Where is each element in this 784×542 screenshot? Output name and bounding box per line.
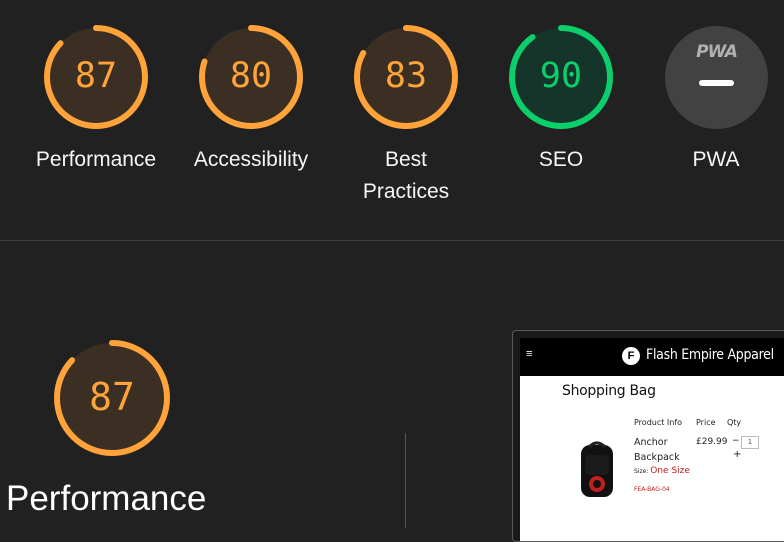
size-label: Size: [634,468,649,475]
best-practices-score: 83 [384,56,428,96]
performance-section-gauge: 87 [53,339,171,457]
performance-label[interactable]: Performance [21,144,171,176]
qty-plus-button[interactable]: + [733,449,741,460]
metric-divider [405,433,406,528]
pwa-dash-icon [699,80,734,86]
accessibility-gauge[interactable]: 80 [198,24,304,130]
final-screenshot[interactable]: ≡ F Flash Empire Apparel Shopping Bag Pr… [512,330,784,542]
screenshot-page: ≡ F Flash Empire Apparel Shopping Bag Pr… [520,338,784,541]
col-qty: Qty [727,418,742,427]
performance-label-text: Performance [35,148,157,171]
brand-name: Flash Empire Apparel [646,347,774,363]
seo-label-text: SEO [538,148,584,171]
col-price: Price [696,418,716,427]
best-practices-label-line2: Practices [362,180,450,203]
qty-input[interactable]: 1 [741,436,759,449]
brand-logo-icon: F [622,347,640,365]
seo-score: 90 [539,56,583,96]
performance-score: 87 [74,56,118,96]
product-sku: FEA-BAG-04 [634,486,670,493]
qty-minus-button[interactable]: − [732,436,740,446]
shopping-bag-heading: Shopping Bag [562,383,656,399]
product-name-line1: Anchor [634,437,668,448]
pwa-label[interactable]: PWA [641,144,784,176]
product-name-line2: Backpack [634,452,680,463]
hamburger-menu-icon: ≡ [526,348,533,360]
size-value: One Size [650,466,690,476]
performance-gauge[interactable]: 87 [43,24,149,130]
site-header: ≡ F Flash Empire Apparel [520,338,784,376]
backpack-image-icon [581,441,613,497]
col-product-info: Product Info [634,418,683,427]
accessibility-score: 80 [229,56,273,96]
performance-section-title: Performance [6,479,207,518]
best-practices-label[interactable]: Best Practices [331,144,481,208]
product-price: £29.99 [696,437,728,447]
accessibility-label-text: Accessibility [193,148,309,171]
performance-section-score: 87 [89,375,135,419]
best-practices-label-line1: Best [384,148,428,171]
section-divider [0,240,784,241]
best-practices-gauge[interactable]: 83 [353,24,459,130]
product-name: Anchor Backpack [634,435,680,465]
pwa-badge-icon: PWA [696,42,738,62]
accessibility-label[interactable]: Accessibility [176,144,326,176]
product-size: Size: One Size [634,466,690,476]
seo-gauge[interactable]: 90 [508,24,614,130]
pwa-gauge[interactable]: PWA [665,26,768,129]
seo-label[interactable]: SEO [486,144,636,176]
